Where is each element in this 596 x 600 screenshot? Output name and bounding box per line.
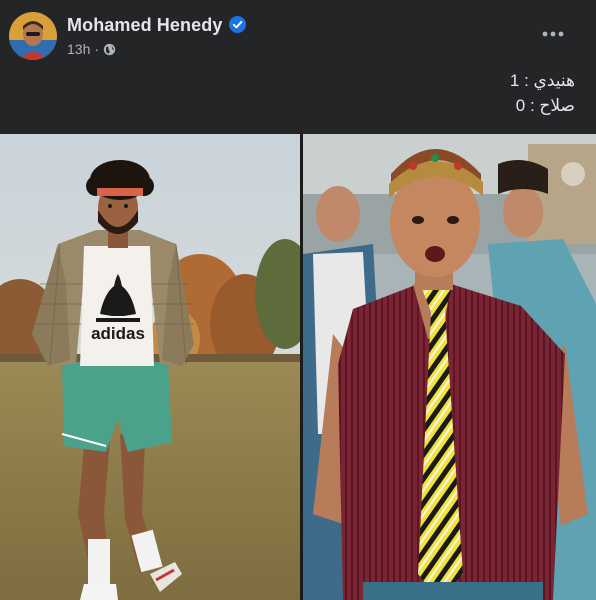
post-image[interactable]: adidas — [0, 134, 596, 600]
verified-badge-icon — [229, 16, 246, 33]
photo-left-illustration: adidas — [0, 134, 300, 600]
shirt-logo-text: adidas — [91, 324, 145, 343]
globe-icon[interactable] — [103, 43, 116, 56]
post-text-line-2: صلاح : 0 — [515, 96, 575, 115]
photo-left: adidas — [0, 134, 300, 600]
avatar-image — [9, 12, 57, 60]
meta-separator: · — [94, 41, 100, 57]
photo-right-illustration — [303, 134, 596, 600]
post-text: هنيدي : 1 صلاح : 0 — [275, 68, 575, 118]
more-options-button[interactable] — [536, 22, 570, 46]
post-meta: 13h · — [67, 41, 116, 57]
post-time[interactable]: 13h — [67, 41, 90, 57]
author-avatar[interactable] — [9, 12, 57, 60]
author-name[interactable]: Mohamed Henedy — [67, 15, 222, 36]
photo-right — [303, 134, 596, 600]
post-header: Mohamed Henedy 13h · — [0, 0, 596, 64]
post-text-line-1: هنيدي : 1 — [509, 71, 575, 90]
more-options-icon — [542, 31, 564, 37]
